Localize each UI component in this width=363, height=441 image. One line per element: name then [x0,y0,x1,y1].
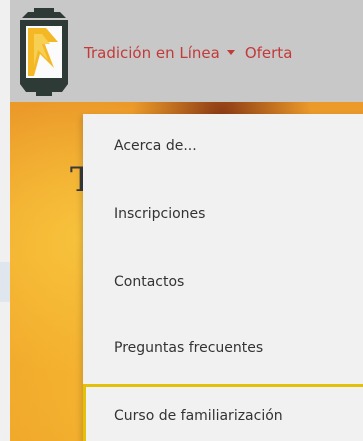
menu-item-label: Preguntas frecuentes [114,340,264,356]
main-nav: Tradición en Línea Oferta [84,44,292,62]
left-edge-strip [0,0,10,441]
nav-item-oferta[interactable]: Oferta [245,44,293,62]
menu-item-label: Inscripciones [114,206,206,222]
menu-item-label: Acerca de... [114,138,197,154]
menu-item-curso[interactable]: Curso de familiarización [83,384,363,441]
menu-item-contactos[interactable]: Contactos [83,250,363,314]
menu-item-label: Curso de familiarización [114,408,283,424]
menu-item-label: Contactos [114,274,185,290]
menu-item-inscripciones[interactable]: Inscripciones [83,182,363,246]
dropdown-menu: Acerca de... Inscripciones Contactos Pre… [83,114,363,441]
lantern-logo-icon[interactable] [14,8,74,96]
menu-item-preguntas[interactable]: Preguntas frecuentes [83,316,363,380]
site-header: Tradición en Línea Oferta [10,0,363,102]
scroll-marker [0,262,10,302]
page: Tradición en Línea Oferta T Acerca de...… [0,0,363,441]
nav-item-tradicion[interactable]: Tradición en Línea [84,44,220,62]
chevron-down-icon[interactable] [226,49,235,55]
menu-item-acerca[interactable]: Acerca de... [83,114,363,178]
